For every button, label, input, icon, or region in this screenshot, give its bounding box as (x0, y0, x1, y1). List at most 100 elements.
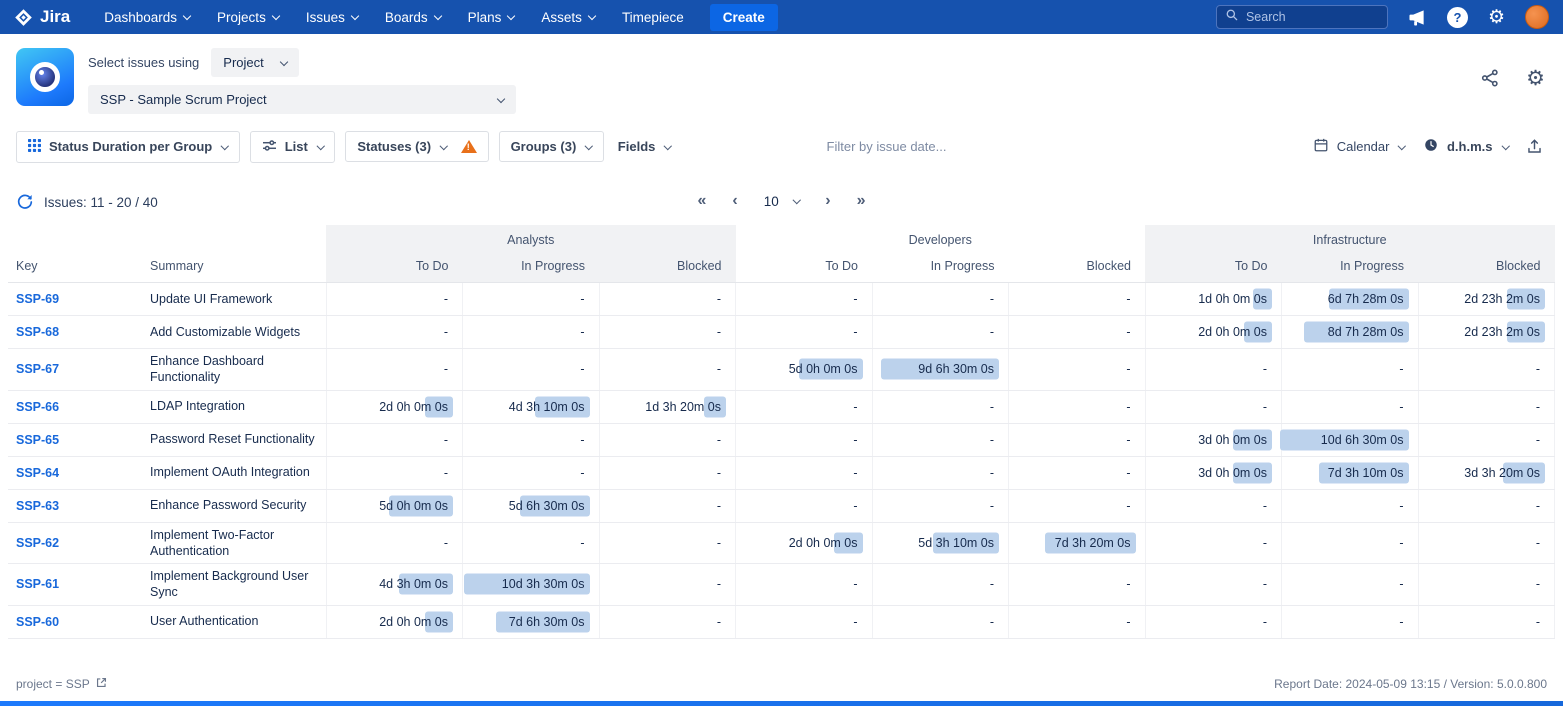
issue-row: SSP-65Password Reset Functionality------… (8, 423, 1555, 456)
search-box[interactable] (1216, 5, 1388, 29)
summary-column-header: Summary (142, 253, 326, 283)
report-settings-gear-icon[interactable]: ⚙ (1526, 68, 1545, 89)
issue-key-link[interactable]: SSP-64 (16, 466, 59, 480)
duration-format-label: d.h.m.s (1447, 139, 1493, 154)
issue-key-link[interactable]: SSP-69 (16, 292, 59, 306)
issue-key-link[interactable]: SSP-63 (16, 499, 59, 513)
duration-cell: - (736, 605, 873, 638)
duration-cell: 9d 6h 30m 0s (872, 349, 1009, 391)
issue-key-link[interactable]: SSP-65 (16, 433, 59, 447)
issue-row: SSP-63Enhance Password Security5d 0h 0m … (8, 489, 1555, 522)
duration-cell: - (1009, 564, 1146, 606)
duration-cell: - (1145, 390, 1282, 423)
user-avatar[interactable] (1525, 5, 1549, 29)
nav-menu-plans[interactable]: Plans (468, 10, 515, 25)
next-page-button[interactable]: › (825, 193, 830, 209)
issue-key-link[interactable]: SSP-60 (16, 615, 59, 629)
status-column-header: To Do (1145, 253, 1282, 283)
issue-key-link[interactable]: SSP-66 (16, 400, 59, 414)
fields-select[interactable]: Fields (614, 132, 675, 161)
page-size-select[interactable]: 10 (764, 194, 800, 209)
issue-key-link[interactable]: SSP-61 (16, 577, 59, 591)
jira-logo[interactable]: Jira (14, 7, 70, 27)
issue-row: SSP-66LDAP Integration2d 0h 0m 0s4d 3h 1… (8, 390, 1555, 423)
announcements-icon[interactable] (1408, 9, 1427, 26)
report-type-select[interactable]: Status Duration per Group (16, 131, 240, 163)
project-select[interactable]: SSP - Sample Scrum Project (88, 85, 516, 114)
report-footer: project = SSP Report Date: 2024-05-09 13… (0, 667, 1563, 701)
duration-cell: 7d 6h 30m 0s (463, 605, 600, 638)
nav-menu-timepiece[interactable]: Timepiece (622, 10, 684, 25)
calendar-select-label: Calendar (1337, 139, 1390, 154)
chevron-down-icon (1501, 142, 1509, 150)
duration-cell: 10d 6h 30m 0s (1282, 423, 1419, 456)
calendar-select[interactable]: Calendar (1309, 130, 1409, 163)
duration-cell: - (463, 316, 600, 349)
groups-filter-label: Groups (3) (511, 139, 577, 154)
nav-menu-projects[interactable]: Projects (217, 10, 279, 25)
issue-source-select[interactable]: Project (211, 48, 298, 77)
duration-cell: - (1145, 564, 1282, 606)
chevron-down-icon (664, 142, 672, 150)
duration-cell: - (1418, 522, 1555, 564)
duration-cell: - (872, 283, 1009, 316)
duration-cell: 2d 0h 0m 0s (326, 605, 463, 638)
issue-summary: LDAP Integration (142, 390, 326, 423)
issue-row: SSP-61Implement Background User Sync4d 3… (8, 564, 1555, 606)
duration-cell: - (1282, 564, 1419, 606)
help-icon[interactable]: ? (1447, 7, 1468, 28)
first-page-button[interactable]: « (698, 193, 707, 209)
duration-cell: - (1418, 390, 1555, 423)
duration-cell: - (1282, 522, 1419, 564)
status-column-header: To Do (326, 253, 463, 283)
nav-menu-dashboards[interactable]: Dashboards (104, 10, 190, 25)
prev-page-button[interactable]: ‹ (732, 193, 737, 209)
nav-menu-issues[interactable]: Issues (306, 10, 358, 25)
refresh-icon[interactable] (16, 193, 34, 211)
create-button[interactable]: Create (710, 4, 778, 31)
duration-cell: - (1418, 489, 1555, 522)
issue-row: SSP-69Update UI Framework------1d 0h 0m … (8, 283, 1555, 316)
groups-filter-button[interactable]: Groups (3) (499, 131, 604, 162)
external-link-icon[interactable] (96, 677, 107, 691)
duration-cell: - (1145, 605, 1282, 638)
share-icon[interactable] (1480, 68, 1500, 88)
filter-by-date-input[interactable]: Filter by issue date... (827, 139, 947, 154)
duration-format-select[interactable]: d.h.m.s (1419, 130, 1512, 163)
duration-cell: - (1009, 316, 1146, 349)
duration-cell: 4d 3h 10m 0s (463, 390, 600, 423)
duration-cell: - (736, 564, 873, 606)
issue-key-link[interactable]: SSP-67 (16, 362, 59, 376)
clock-icon (1423, 137, 1439, 156)
issue-summary: Implement Background User Sync (142, 564, 326, 606)
status-column-header: Blocked (1009, 253, 1146, 283)
issue-key-link[interactable]: SSP-68 (16, 325, 59, 339)
search-input[interactable] (1246, 10, 1379, 24)
chevron-down-icon (183, 11, 191, 19)
duration-cell: 1d 0h 0m 0s (1145, 283, 1282, 316)
status-column-header: Blocked (1418, 253, 1555, 283)
issue-summary: User Authentication (142, 605, 326, 638)
header-spacer (8, 225, 326, 253)
nav-menu-boards[interactable]: Boards (385, 10, 441, 25)
chevron-down-icon (221, 142, 229, 150)
last-page-button[interactable]: » (857, 193, 866, 209)
export-button[interactable] (1522, 134, 1547, 159)
duration-cell: - (599, 316, 736, 349)
duration-cell: - (1009, 605, 1146, 638)
settings-gear-icon[interactable]: ⚙ (1488, 8, 1505, 27)
duration-cell: - (326, 522, 463, 564)
duration-cell: - (599, 423, 736, 456)
list-view-icon (262, 139, 277, 155)
duration-cell: - (326, 283, 463, 316)
statuses-filter-button[interactable]: Statuses (3) (345, 131, 488, 162)
view-select[interactable]: List (250, 131, 336, 163)
nav-menu-assets[interactable]: Assets (541, 10, 595, 25)
group-header-infrastructure: Infrastructure (1145, 225, 1555, 253)
jql-filter-text: project = SSP (16, 677, 90, 691)
duration-cell: - (1009, 390, 1146, 423)
duration-cell: - (736, 489, 873, 522)
duration-cell: - (736, 283, 873, 316)
issue-key-link[interactable]: SSP-62 (16, 536, 59, 550)
duration-cell: - (326, 423, 463, 456)
